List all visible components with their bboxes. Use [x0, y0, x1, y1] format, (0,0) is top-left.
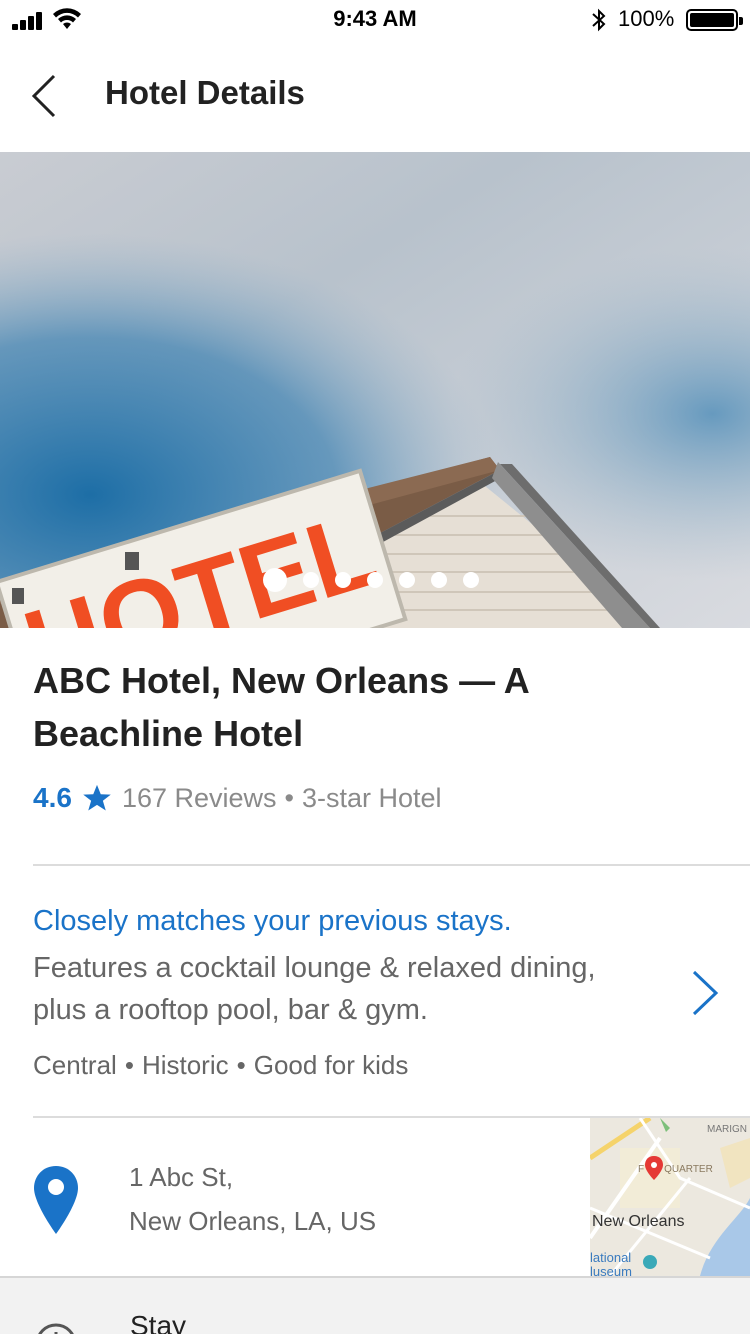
clock-icon	[38, 1323, 74, 1334]
map-label-museum: lational	[590, 1250, 631, 1265]
hotel-photo-carousel[interactable]: HOTEL	[0, 152, 750, 628]
tag: Central	[33, 1050, 117, 1080]
chevron-right-icon[interactable]	[688, 966, 722, 1020]
location-pin-icon	[34, 1166, 78, 1234]
stay-label: Stay	[130, 1310, 187, 1334]
stay-row[interactable]: Stay	[0, 1276, 750, 1334]
separator-dot: •	[236, 1050, 246, 1080]
hotel-name: ABC Hotel, New Orleans — A Beachline Hot…	[33, 660, 529, 754]
carousel-dots	[0, 568, 750, 592]
hotel-photo: HOTEL	[0, 152, 750, 628]
address-line-2: New Orleans, LA, US	[129, 1206, 377, 1236]
carousel-dot[interactable]	[399, 572, 415, 588]
map-image: MARIGN F CH QUARTER New Orleans lational…	[590, 1118, 750, 1276]
hotel-class: 3-star Hotel	[301, 782, 442, 813]
separator-dot: •	[124, 1050, 134, 1080]
hotel-description: Features a cocktail lounge & relaxed din…	[33, 952, 596, 1026]
bluetooth-icon	[592, 8, 606, 32]
battery-percent: 100%	[618, 6, 675, 31]
address-line-1: 1 Abc St,	[129, 1162, 234, 1192]
map-label-marigny: MARIGN	[707, 1124, 747, 1135]
tag: Good for kids	[253, 1050, 409, 1080]
rating-value: 4.6	[33, 782, 72, 813]
carousel-dot[interactable]	[463, 572, 479, 588]
tag: Historic	[141, 1050, 229, 1080]
divider	[33, 864, 750, 866]
separator-dot: •	[284, 782, 294, 813]
carousel-dot[interactable]	[335, 572, 351, 588]
battery-icon	[686, 9, 743, 31]
address-row[interactable]: 1 Abc St, New Orleans, LA, US MARIGN F C…	[0, 1118, 750, 1276]
review-count: 167 Reviews	[121, 782, 277, 813]
map-label-museum: luseum	[590, 1264, 632, 1276]
page-title: Hotel Details	[105, 74, 305, 111]
status-bar: 9:43 AM 100%	[0, 0, 750, 40]
back-arrow-icon[interactable]	[22, 70, 66, 122]
hotel-tags: Central • Historic • Good for kids	[33, 1050, 408, 1081]
carousel-dot[interactable]	[431, 572, 447, 588]
map-label-city: New Orleans	[592, 1213, 684, 1230]
carousel-dot[interactable]	[367, 572, 383, 588]
rating-row[interactable]: 4.6 167 Reviews • 3-star Hotel	[33, 782, 442, 814]
nav-header: Hotel Details	[0, 44, 750, 152]
map-thumbnail[interactable]: MARIGN F CH QUARTER New Orleans lational…	[590, 1118, 750, 1276]
carousel-dot[interactable]	[303, 572, 319, 588]
carousel-dot[interactable]	[263, 568, 287, 592]
match-text: Closely matches your previous stays.	[33, 905, 512, 937]
star-icon	[83, 784, 111, 811]
